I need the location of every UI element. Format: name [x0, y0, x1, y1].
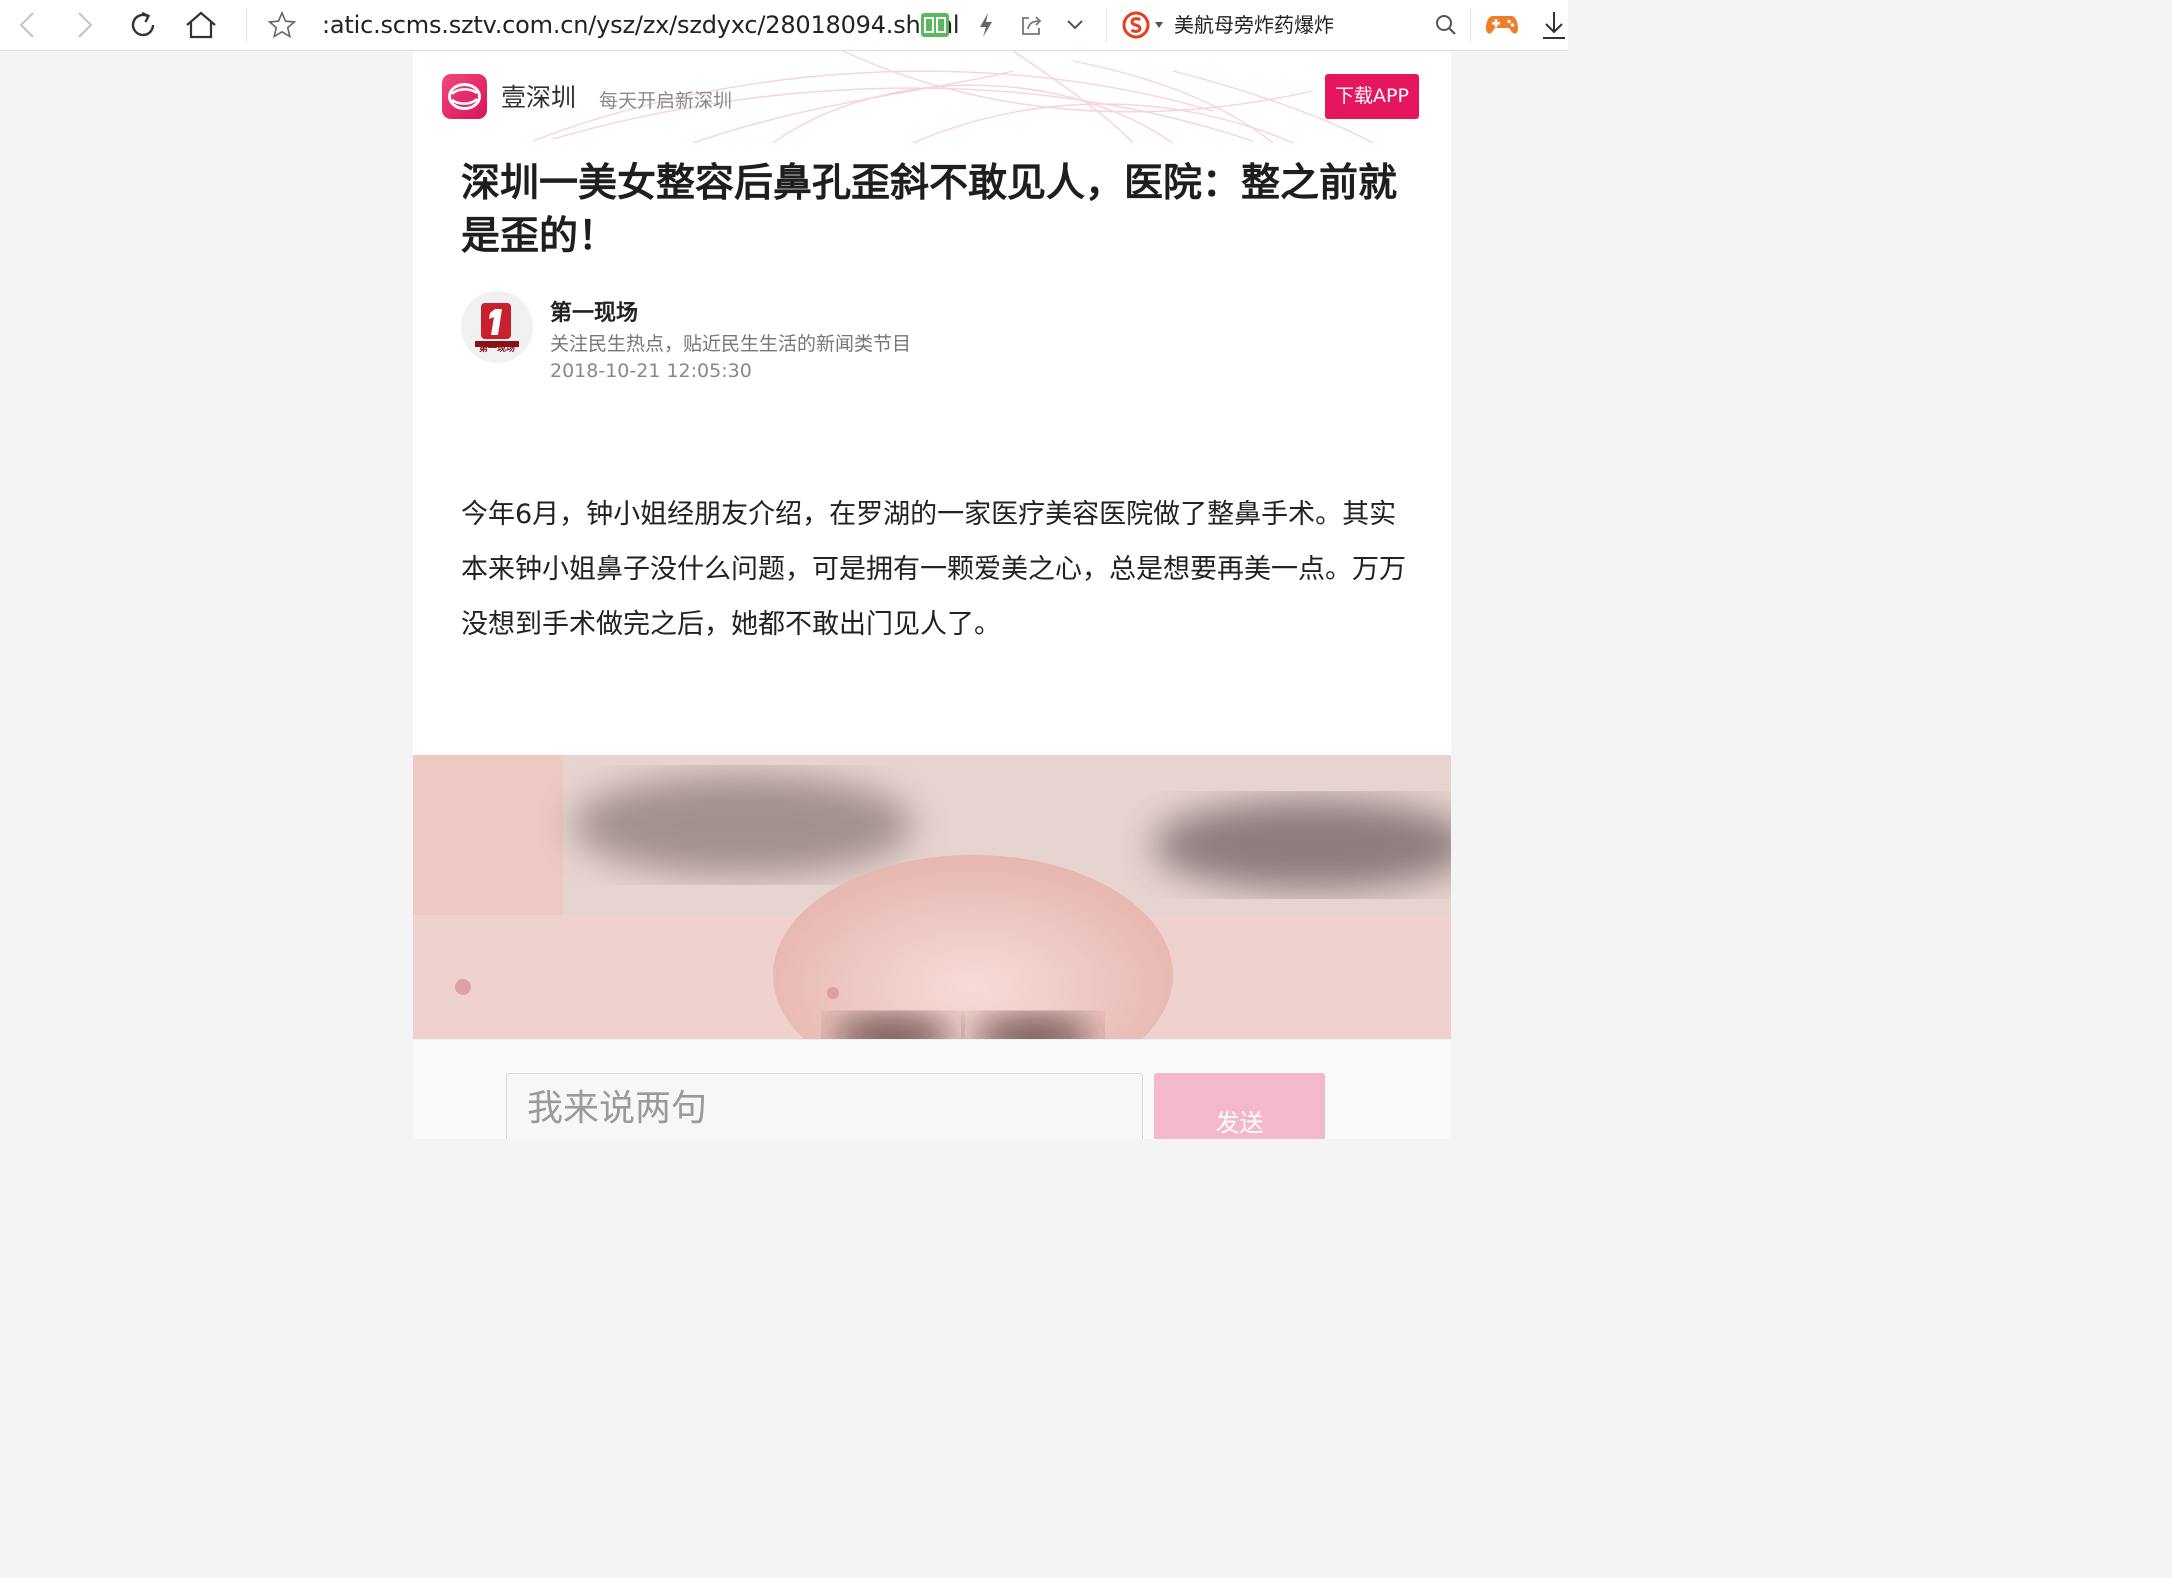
- forward-icon[interactable]: [68, 0, 102, 50]
- author-logo-text: 第一现场: [479, 342, 515, 354]
- download-app-button[interactable]: 下载APP: [1325, 74, 1419, 119]
- browser-toolbar: :atic.scms.sztv.com.cn/ysz/zx/szdyxc/280…: [0, 0, 1568, 51]
- article-title: 深圳一美女整容后鼻孔歪斜不敢见人，医院：整之前就是歪的！: [461, 161, 1398, 259]
- send-button[interactable]: 发送: [1154, 1073, 1325, 1139]
- article-paragraph: 今年6月，钟小姐经朋友介绍，在罗湖的一家医疗美容医院做了整鼻手术。其实本来钟小姐…: [461, 499, 1406, 640]
- site-slogan: 每天开启新深圳: [599, 90, 733, 112]
- gamepad-icon[interactable]: [1482, 0, 1522, 50]
- bookmark-star-icon[interactable]: [264, 0, 300, 50]
- comment-bar: 发送: [413, 1039, 1451, 1139]
- author-name[interactable]: 第一现场: [550, 295, 638, 327]
- home-icon[interactable]: [182, 0, 220, 50]
- chevron-down-icon[interactable]: [1062, 0, 1088, 50]
- article-photo[interactable]: [413, 755, 1451, 1039]
- publish-time: 2018-10-21 12:05:30: [550, 360, 752, 382]
- lightning-icon[interactable]: [972, 0, 1000, 50]
- site-name: 壹深圳: [501, 83, 577, 112]
- caret-down-icon[interactable]: [1152, 0, 1166, 50]
- author-description: 关注民生热点，贴近民生生活的新闻类节目: [550, 333, 912, 355]
- comment-input[interactable]: [506, 1073, 1143, 1139]
- site-header: 壹深圳 每天开启新深圳 下载APP: [413, 51, 1451, 143]
- reader-mode-icon[interactable]: [918, 0, 952, 50]
- share-icon[interactable]: [1016, 0, 1048, 50]
- author-avatar[interactable]: 第一现场: [461, 291, 533, 363]
- download-icon[interactable]: [1540, 0, 1568, 50]
- face-closeup-image: [413, 755, 1451, 1039]
- back-icon[interactable]: [10, 0, 44, 50]
- reload-icon[interactable]: [126, 0, 162, 50]
- article-page: 壹深圳 每天开启新深圳 下载APP 深圳一美女整容后鼻孔歪斜不敢见人，医院：整之…: [413, 51, 1451, 1139]
- search-engine-icon[interactable]: [1120, 0, 1152, 50]
- site-logo[interactable]: [442, 74, 487, 119]
- search-input[interactable]: 美航母旁炸药爆炸: [1174, 0, 1334, 50]
- search-icon[interactable]: [1430, 0, 1462, 50]
- address-bar[interactable]: :atic.scms.sztv.com.cn/ysz/zx/szdyxc/280…: [322, 0, 960, 50]
